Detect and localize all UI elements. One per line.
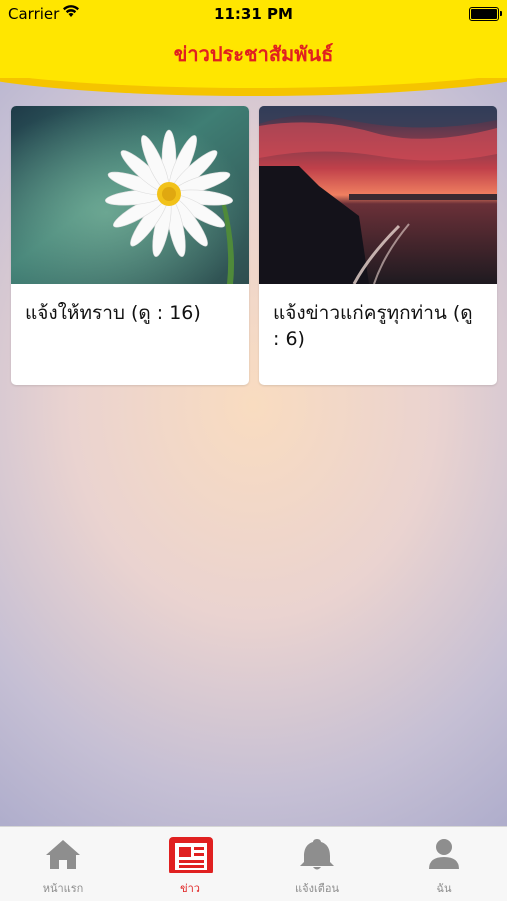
tab-news[interactable]: ข่าว — [127, 827, 253, 901]
tab-label: ฉัน — [436, 882, 452, 895]
tab-label: หน้าแรก — [42, 882, 84, 895]
tab-me[interactable]: ฉัน — [381, 827, 507, 901]
tab-bar: หน้าแรก ข่าว แจ้งเตือน ฉัน — [0, 826, 507, 901]
page-title: ข่าวประชาสัมพันธ์ — [173, 42, 334, 66]
bell-icon — [300, 839, 334, 870]
header-bar: Carrier 11:31 PM ข่าวประชาสัมพันธ์ — [0, 0, 507, 80]
tab-home[interactable]: หน้าแรก — [0, 827, 126, 901]
news-card[interactable]: แจ้งให้ทราบ (ดู : 16) — [11, 106, 249, 385]
card-title: แจ้งข่าวแก่ครูทุกท่าน (ดู : 6) — [273, 302, 473, 350]
person-icon — [429, 839, 459, 869]
tab-label: แจ้งเตือน — [295, 882, 339, 895]
tab-notifications[interactable]: แจ้งเตือน — [254, 827, 380, 901]
header-curve — [0, 78, 507, 100]
sunset-lake-photo — [259, 106, 497, 284]
news-icon — [169, 837, 213, 873]
battery-icon — [469, 7, 502, 21]
white-daisy-photo — [11, 106, 249, 284]
home-icon — [46, 840, 80, 869]
news-card[interactable]: แจ้งข่าวแก่ครูทุกท่าน (ดู : 6) — [259, 106, 497, 385]
status-bar: Carrier 11:31 PM — [0, 0, 507, 28]
card-title: แจ้งให้ทราบ (ดู : 16) — [25, 302, 201, 324]
clock: 11:31 PM — [214, 5, 293, 23]
tab-label: ข่าว — [180, 882, 200, 895]
